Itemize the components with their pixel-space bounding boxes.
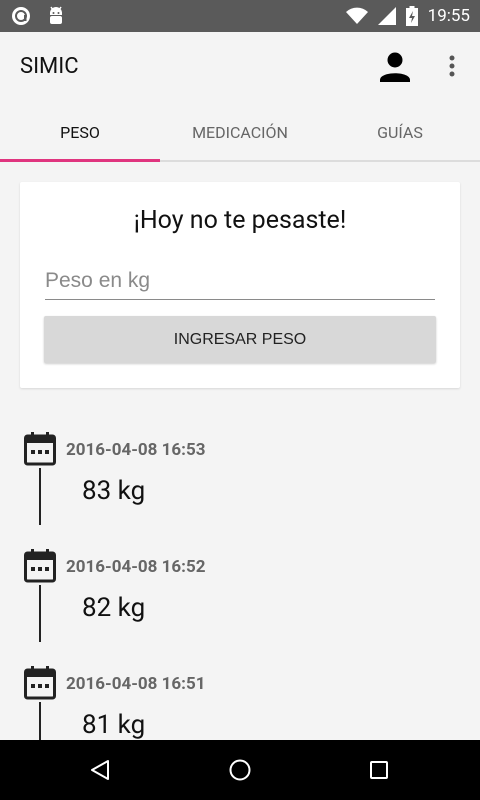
tab-guias[interactable]: GUÍAS xyxy=(320,104,480,160)
calendar-icon xyxy=(24,549,56,583)
account-button[interactable] xyxy=(378,50,412,84)
system-status: 19:55 xyxy=(345,0,470,32)
app-bar: SIMIC xyxy=(0,32,480,104)
app-title: SIMIC xyxy=(20,54,79,79)
status-time: 19:55 xyxy=(427,6,470,26)
wifi-icon xyxy=(345,7,368,24)
timeline-entry: 2016-04-08 16:52 82 kg xyxy=(0,549,480,666)
entry-date: 2016-04-08 16:52 xyxy=(66,557,206,577)
tab-bar: PESO MEDICACIÓN GUÍAS xyxy=(0,104,480,162)
status-bar: 19:55 xyxy=(0,0,480,32)
entry-weight: 83 kg xyxy=(82,476,146,506)
weight-entry-card: ¡Hoy no te pesaste! INGRESAR PESO xyxy=(20,182,460,388)
notification-circle-icon xyxy=(12,7,30,25)
notification-icons xyxy=(10,5,66,27)
entry-date: 2016-04-08 16:53 xyxy=(66,440,206,460)
back-button[interactable] xyxy=(82,752,118,788)
timeline-connector xyxy=(39,468,41,525)
entry-date: 2016-04-08 16:51 xyxy=(66,674,206,694)
weight-input[interactable] xyxy=(45,262,435,300)
battery-icon xyxy=(405,6,418,26)
calendar-icon xyxy=(24,432,56,466)
entry-weight: 81 kg xyxy=(82,710,146,740)
calendar-icon xyxy=(24,666,56,700)
recents-icon xyxy=(370,761,388,779)
tab-medicacion[interactable]: MEDICACIÓN xyxy=(160,104,320,160)
account-icon xyxy=(380,52,410,82)
recents-button[interactable] xyxy=(361,752,397,788)
android-debug-icon xyxy=(50,6,62,24)
submit-weight-button[interactable]: INGRESAR PESO xyxy=(44,316,436,363)
overflow-menu-button[interactable] xyxy=(440,50,464,84)
timeline-entry: 2016-04-08 16:53 83 kg xyxy=(0,432,480,549)
home-icon xyxy=(229,759,251,781)
back-icon xyxy=(91,760,109,780)
signal-icon xyxy=(377,7,396,25)
more-vert-icon xyxy=(449,55,455,77)
home-button[interactable] xyxy=(222,752,258,788)
timeline-connector xyxy=(39,585,41,642)
entry-weight: 82 kg xyxy=(82,593,146,623)
navigation-bar xyxy=(0,740,480,800)
tab-peso[interactable]: PESO xyxy=(0,104,160,162)
card-title: ¡Hoy no te pesaste! xyxy=(133,206,347,235)
